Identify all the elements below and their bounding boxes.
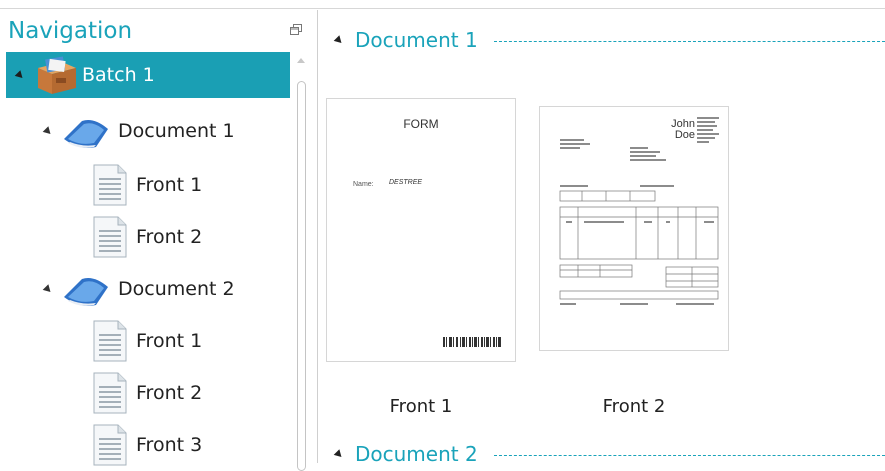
page-thumbnail-front-2[interactable]: John Doe	[539, 106, 729, 351]
page-icon	[93, 320, 127, 362]
collapse-arrow-icon[interactable]	[14, 69, 26, 81]
form-title: FORM	[403, 117, 439, 131]
scroll-up-icon[interactable]	[297, 58, 305, 63]
page-icon	[93, 372, 127, 414]
nav-scrollbar[interactable]	[296, 55, 308, 471]
navigation-panel: Navigation Batch 1 Document 1 Front 1 Fr…	[0, 10, 318, 471]
collapse-arrow-icon[interactable]	[333, 448, 345, 460]
document-2-header[interactable]: Document 2	[333, 442, 478, 466]
form-field-label: Name:	[353, 181, 374, 188]
collapse-arrow-icon[interactable]	[42, 283, 54, 295]
batch-box-icon	[38, 56, 76, 94]
scrollbar-thumb[interactable]	[297, 81, 306, 471]
page-icon	[93, 216, 127, 258]
invoice-content-icon	[559, 117, 719, 305]
tree-item-label: Front 2	[136, 226, 203, 248]
tree-item-label: Document 1	[118, 120, 235, 142]
document-book-icon	[64, 120, 108, 148]
navigation-title: Navigation	[8, 18, 133, 44]
tree-item-front-2[interactable]: Front 2	[92, 370, 202, 416]
top-border	[0, 0, 885, 9]
tree-item-label: Front 1	[136, 174, 203, 196]
page-icon	[93, 424, 127, 466]
collapse-arrow-icon[interactable]	[42, 125, 54, 137]
thumbnail-caption: Front 1	[389, 396, 453, 417]
page-thumbnail-front-1[interactable]: FORM Name: DESTREE	[326, 98, 516, 362]
document-book-icon	[64, 278, 108, 306]
form-field-value: DESTREE	[389, 179, 423, 186]
barcode-icon	[443, 337, 501, 347]
tree-item-label: Document 2	[118, 278, 235, 300]
document-title: Document 2	[355, 442, 478, 466]
collapse-arrow-icon[interactable]	[333, 34, 345, 46]
tree-item-front-1[interactable]: Front 1	[92, 162, 202, 208]
tree-item-document-1[interactable]: Document 1	[42, 108, 235, 154]
restore-window-icon[interactable]	[290, 24, 302, 36]
tree-item-document-2[interactable]: Document 2	[42, 266, 235, 312]
thumbnail-caption: Front 2	[602, 396, 666, 417]
page-icon	[93, 164, 127, 206]
tree-item-label: Front 3	[136, 434, 203, 456]
document-1-header[interactable]: Document 1	[333, 28, 478, 52]
tree-item-label: Front 2	[136, 382, 203, 404]
tree-item-batch-1[interactable]: Batch 1	[6, 52, 290, 98]
tree-item-label: Front 1	[136, 330, 203, 352]
document-divider	[494, 455, 885, 456]
document-divider	[494, 41, 885, 42]
tree-item-front-3[interactable]: Front 3	[92, 422, 202, 468]
tree-item-front-1[interactable]: Front 1	[92, 318, 202, 364]
tree-item-front-2[interactable]: Front 2	[92, 214, 202, 260]
document-title: Document 1	[355, 28, 478, 52]
tree-item-label: Batch 1	[82, 64, 155, 86]
